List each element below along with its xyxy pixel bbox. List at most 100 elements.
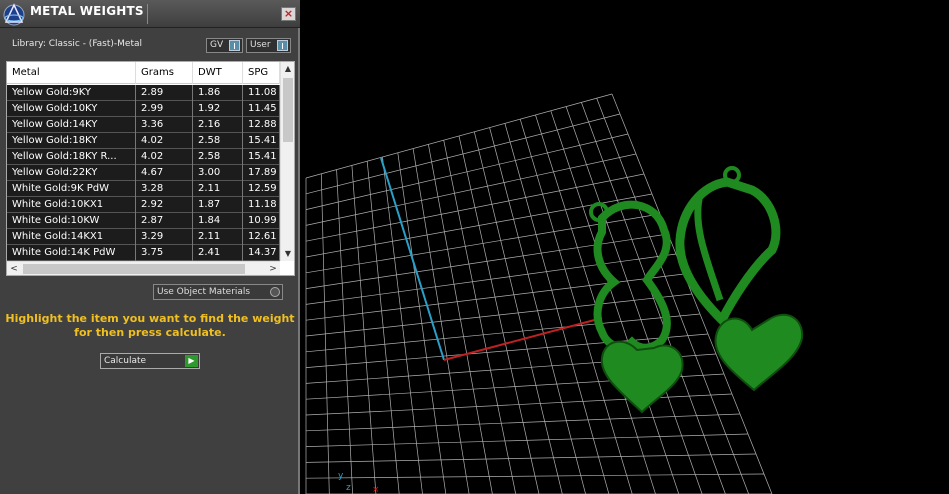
spg-cell: 12.59 <box>243 181 280 197</box>
metal-cell: Yellow Gold:22KY <box>7 165 136 181</box>
table-row[interactable]: White Gold:10KW 2.87 1.84 10.99 <box>7 213 280 229</box>
instructions-line: for then press calculate. <box>74 326 226 339</box>
dwt-cell: 2.58 <box>193 133 243 149</box>
vertical-scrollbar[interactable]: ▲ ▼ <box>280 62 294 261</box>
library-label: Library: Classic - (Fast)-Metal <box>12 39 143 49</box>
scroll-down-icon[interactable]: ▼ <box>281 247 295 261</box>
toggle-switch-icon <box>229 40 240 51</box>
table-header: Metal Grams DWT SPG <box>7 62 280 84</box>
table-row[interactable]: White Gold:9K PdW 3.28 2.11 12.59 <box>7 181 280 197</box>
table-row[interactable]: White Gold:14KX1 3.29 2.11 12.61 <box>7 229 280 245</box>
grid-line <box>596 98 750 494</box>
spg-cell: 11.18 <box>243 197 280 213</box>
grams-cell: 2.99 <box>136 101 193 117</box>
dwt-cell: 2.58 <box>193 149 243 165</box>
grams-cell: 3.29 <box>136 229 193 245</box>
metal-cell: White Gold:10KX1 <box>7 197 136 213</box>
use-object-materials-option[interactable]: Use Object Materials <box>153 284 283 300</box>
play-arrow-icon: ▶ <box>185 355 198 367</box>
table-body: Yellow Gold:9KY 2.89 1.86 11.08 Yellow G… <box>7 85 280 261</box>
dwt-cell: 1.84 <box>193 213 243 229</box>
gv-toggle-label: GV <box>210 40 224 50</box>
metal-cell: White Gold:14K PdW <box>7 245 136 261</box>
grams-cell: 2.87 <box>136 213 193 229</box>
calculate-label: Calculate <box>104 356 147 366</box>
spg-cell: 15.41 <box>243 133 280 149</box>
close-button[interactable]: × <box>281 7 296 21</box>
dwt-cell: 2.11 <box>193 181 243 197</box>
table-row[interactable]: Yellow Gold:14KY 3.36 2.16 12.88 <box>7 117 280 133</box>
grams-cell: 2.89 <box>136 85 193 101</box>
gizmo-x-mark: × <box>372 485 380 494</box>
table-row[interactable]: Yellow Gold:18KY R... 4.02 2.58 15.41 <box>7 149 280 165</box>
metal-weights-table: Metal Grams DWT SPG Yellow Gold:9KY 2.89… <box>6 61 295 276</box>
metal-cell: Yellow Gold:10KY <box>7 101 136 117</box>
viewport-canvas: y z × <box>305 93 804 494</box>
table-row[interactable]: Yellow Gold:22KY 4.67 3.00 17.89 <box>7 165 280 181</box>
user-toggle-label: User <box>250 40 271 50</box>
scroll-up-icon[interactable]: ▲ <box>281 62 295 76</box>
vertical-scroll-thumb[interactable] <box>283 78 293 142</box>
dwt-cell: 2.11 <box>193 229 243 245</box>
3d-viewport[interactable]: y z × <box>302 0 949 494</box>
spg-cell: 10.99 <box>243 213 280 229</box>
metal-weights-panel: METAL WEIGHTS × Library: Classic - (Fast… <box>0 0 300 494</box>
scroll-left-icon[interactable]: < <box>7 262 21 276</box>
gv-toggle[interactable]: GV <box>206 38 243 53</box>
spg-cell: 12.61 <box>243 229 280 245</box>
grid-line <box>611 93 773 494</box>
column-header-spg[interactable]: SPG <box>243 62 280 84</box>
dwt-cell: 1.87 <box>193 197 243 213</box>
axis-gizmo-icon: y z × <box>338 471 380 494</box>
metal-cell: White Gold:14KX1 <box>7 229 136 245</box>
heart-earring-icon[interactable] <box>675 166 804 392</box>
use-object-materials-label: Use Object Materials <box>157 287 251 297</box>
column-header-grams[interactable]: Grams <box>136 62 193 84</box>
app-logo-icon <box>3 3 25 26</box>
spg-cell: 11.45 <box>243 101 280 117</box>
metal-cell: Yellow Gold:18KY <box>7 133 136 149</box>
metal-cell: Yellow Gold:18KY R... <box>7 149 136 165</box>
grams-cell: 4.02 <box>136 149 193 165</box>
grams-cell: 3.28 <box>136 181 193 197</box>
spg-cell: 15.41 <box>243 149 280 165</box>
horizontal-scroll-thumb[interactable] <box>23 264 245 274</box>
toggle-switch-icon <box>277 40 288 51</box>
table-row[interactable]: Yellow Gold:18KY 4.02 2.58 15.41 <box>7 133 280 149</box>
instructions-text: Highlight the item you want to find the … <box>0 312 300 340</box>
grams-cell: 4.67 <box>136 165 193 181</box>
column-header-metal[interactable]: Metal <box>7 62 136 84</box>
spg-cell: 17.89 <box>243 165 280 181</box>
scroll-right-icon[interactable]: > <box>266 262 280 276</box>
horizontal-scrollbar[interactable]: < > <box>7 261 280 275</box>
grams-cell: 3.36 <box>136 117 193 133</box>
metal-cell: White Gold:10KW <box>7 213 136 229</box>
instructions-line: Highlight the item you want to find the … <box>5 312 295 325</box>
title-divider <box>147 4 148 24</box>
metal-cell: Yellow Gold:14KY <box>7 117 136 133</box>
gizmo-label-z: z <box>346 483 351 493</box>
dwt-cell: 1.92 <box>193 101 243 117</box>
dwt-cell: 2.41 <box>193 245 243 261</box>
table-row[interactable]: Yellow Gold:10KY 2.99 1.92 11.45 <box>7 101 280 117</box>
dwt-cell: 2.16 <box>193 117 243 133</box>
grams-cell: 2.92 <box>136 197 193 213</box>
metal-cell: White Gold:9K PdW <box>7 181 136 197</box>
panel-titlebar: METAL WEIGHTS × <box>0 0 300 28</box>
table-row[interactable]: White Gold:14K PdW 3.75 2.41 14.37 <box>7 245 280 261</box>
gizmo-label-y: y <box>338 471 344 481</box>
user-toggle[interactable]: User <box>246 38 291 53</box>
x-axis-line <box>443 317 603 361</box>
calculate-button[interactable]: Calculate ▶ <box>100 353 200 369</box>
table-row[interactable]: Yellow Gold:9KY 2.89 1.86 11.08 <box>7 85 280 101</box>
column-header-dwt[interactable]: DWT <box>193 62 243 84</box>
metal-cell: Yellow Gold:9KY <box>7 85 136 101</box>
grams-cell: 4.02 <box>136 133 193 149</box>
spg-cell: 12.88 <box>243 117 280 133</box>
table-row[interactable]: White Gold:10KX1 2.92 1.87 11.18 <box>7 197 280 213</box>
dwt-cell: 1.86 <box>193 85 243 101</box>
dwt-cell: 3.00 <box>193 165 243 181</box>
panel-title: METAL WEIGHTS <box>30 4 144 18</box>
spg-cell: 11.08 <box>243 85 280 101</box>
grams-cell: 3.75 <box>136 245 193 261</box>
